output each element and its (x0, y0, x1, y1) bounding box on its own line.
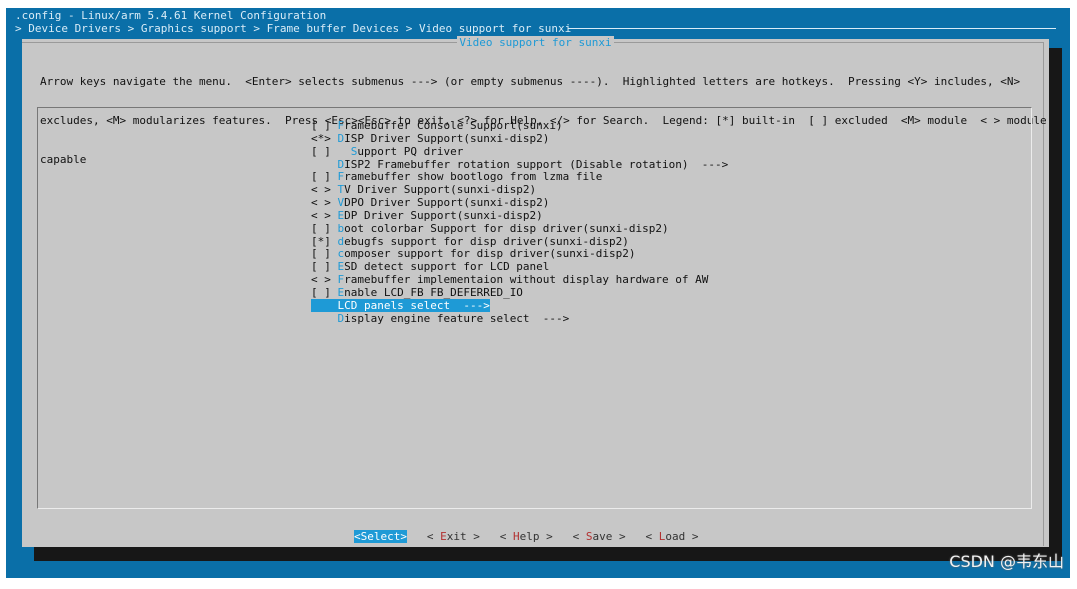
menu-item-text: DP Driver Support(sunxi-disp2) (344, 208, 543, 222)
menu-item-indicator: [ ] (311, 221, 338, 235)
menu-item-text: isplay engine feature select ---> (344, 311, 570, 325)
menu-item-indicator (311, 312, 338, 325)
menu-item-indicator: [ ] (311, 144, 338, 158)
button-gap (480, 530, 500, 543)
terminal-window: .config - Linux/arm 5.4.61 Kernel Config… (6, 8, 1070, 578)
menu-item-label: Framebuffer show bootlogo from lzma file (338, 170, 603, 183)
menu-item-indent (338, 145, 351, 158)
button-text: < (572, 530, 586, 543)
button-text: ave > (592, 530, 626, 543)
dialog-title: Video support for sunxi (22, 36, 1049, 49)
menu-item-indicator: <*> (311, 131, 338, 145)
watermark: CSDN @韦东山 (949, 552, 1064, 571)
menu-item-text: CD panels select ---> (344, 298, 490, 312)
menu-item-label: ESD detect support for LCD panel (338, 260, 550, 273)
button-bar: <Select> < Exit > < Help > < Save > < Lo… (354, 530, 699, 543)
dialog-button[interactable]: < Save > (573, 530, 626, 543)
dialog-button[interactable]: <Select> (354, 530, 407, 543)
menu-item-label: DISP Driver Support(sunxi-disp2) (338, 132, 550, 145)
menu-item-text: upport PQ driver (357, 144, 464, 158)
menu-item-text: ebugfs support for disp driver(sunxi-dis… (344, 234, 629, 248)
menu-item-indicator (311, 298, 338, 312)
dialog-button[interactable]: < Exit > (427, 530, 480, 543)
menu-item-indicator (311, 158, 338, 171)
button-gap (407, 530, 427, 543)
menu-item-label: boot colorbar Support for disp driver(su… (338, 222, 669, 235)
menu-item-text: ramebuffer Console Support(sunxi) (344, 119, 563, 132)
dialog-button[interactable]: < Help > (500, 530, 553, 543)
menu-item-label: DISP2 Framebuffer rotation support (Disa… (338, 158, 729, 171)
breadcrumb: > Device Drivers > Graphics support > Fr… (15, 22, 572, 35)
menu-item-text: omposer support for disp driver(sunxi-di… (344, 247, 636, 261)
menu-item-text: V Driver Support(sunxi-disp2) (344, 183, 537, 197)
button-text: elect> (367, 530, 407, 543)
menu-list: [ ] Framebuffer Console Support(sunxi) <*… (311, 119, 729, 326)
menu-item-indicator: [*] (311, 234, 338, 248)
menu-item-label: TV Driver Support(sunxi-disp2) (338, 183, 537, 196)
menu-item-indicator: < > (311, 183, 338, 197)
window-title: .config - Linux/arm 5.4.61 Kernel Config… (15, 9, 327, 22)
button-text: elp > (519, 530, 553, 543)
menuconfig-dialog: Video support for sunxi Arrow keys navig… (22, 36, 1049, 547)
dialog-title-text: Video support for sunxi (457, 36, 614, 49)
button-text: < (426, 530, 441, 543)
menu-item-indicator: [ ] (311, 285, 338, 299)
menu-item-text: ISP Driver Support(sunxi-disp2) (344, 131, 550, 145)
menu-item-text: ramebuffer show bootlogo from lzma file (344, 170, 603, 184)
menu-item-text: ISP2 Framebuffer rotation support (Disab… (344, 157, 729, 171)
menu-item-text: SD detect support for LCD panel (344, 260, 550, 274)
button-text: < (354, 530, 361, 543)
button-hotkey: E (440, 530, 447, 543)
menu-item-indicator: [ ] (311, 119, 338, 132)
button-text: oad > (665, 530, 699, 543)
button-text: xit > (446, 530, 480, 543)
button-text: < (499, 530, 513, 543)
menu-item-text: DPO Driver Support(sunxi-disp2) (344, 196, 550, 210)
menu-item-indicator: [ ] (311, 260, 338, 274)
menu-item-label: VDPO Driver Support(sunxi-disp2) (338, 196, 550, 209)
menu-item-indicator: < > (311, 208, 338, 222)
menu-item[interactable]: Display engine feature select ---> (311, 312, 728, 326)
menu-item-text: oot colorbar Support for disp driver(sun… (344, 221, 669, 235)
menu-item-label: LCD panels select ---> (337, 298, 490, 312)
dialog-button[interactable]: < Load > (646, 530, 699, 543)
menu-item-label: Support PQ driver (351, 145, 464, 158)
menu-item-label: Enable LCD_FB FB_DEFERRED_IO (338, 286, 523, 299)
menu-item-label: Framebuffer Console Support(sunxi) (338, 119, 563, 132)
button-hotkey: H (513, 530, 520, 543)
menu-item-indicator: [ ] (311, 247, 338, 261)
menu-item-text: nable LCD_FB FB_DEFERRED_IO (344, 285, 523, 299)
menu-item-indicator: [ ] (311, 170, 338, 184)
menu-item-label: Display engine feature select ---> (338, 312, 570, 325)
menu-item-label: EDP Driver Support(sunxi-disp2) (338, 209, 543, 222)
instructions-line: Arrow keys navigate the menu. <Enter> se… (40, 75, 1021, 88)
menu-item-indicator: < > (311, 273, 338, 287)
menu-item-label: composer support for disp driver(sunxi-d… (338, 247, 636, 261)
menu-item-label: debugfs support for disp driver(sunxi-di… (338, 235, 629, 248)
menu-item-text: ramebuffer implementaion without display… (344, 273, 709, 287)
button-text: < (645, 530, 659, 543)
breadcrumb-rule (568, 28, 1056, 29)
button-gap (553, 530, 573, 543)
button-gap (626, 530, 646, 543)
menu-item-indicator: < > (311, 196, 338, 210)
button-hotkey: S (585, 530, 593, 543)
menu-item-label: Framebuffer implementaion without displa… (338, 273, 709, 286)
